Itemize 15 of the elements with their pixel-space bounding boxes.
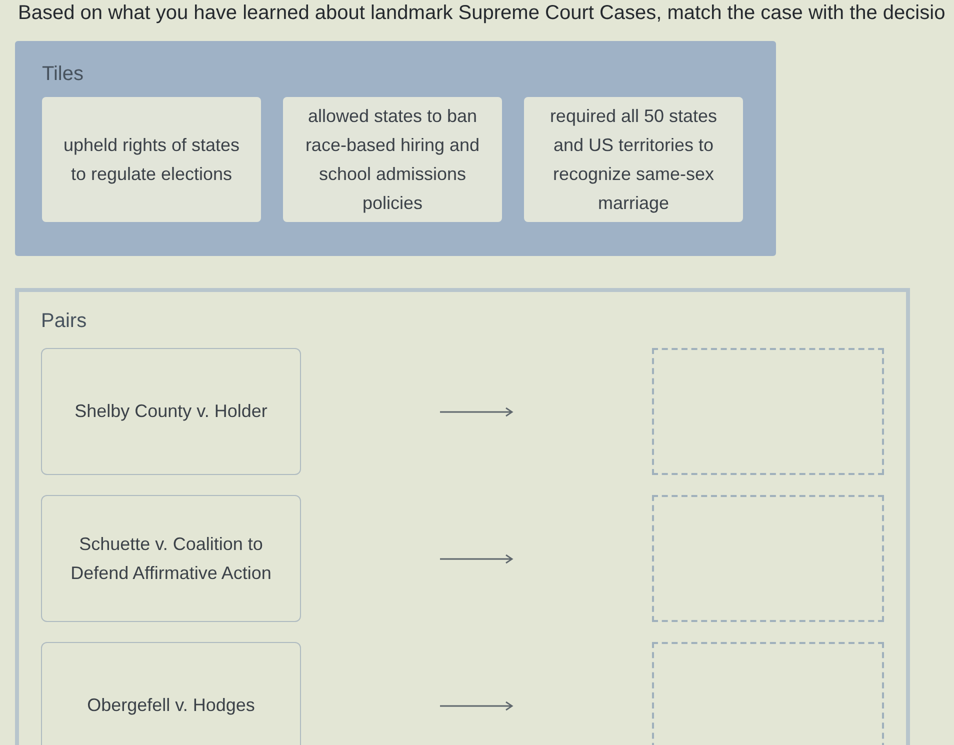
arrow-icon	[440, 554, 514, 564]
drop-zone[interactable]	[652, 642, 884, 745]
panel-title: Pairs	[41, 309, 87, 334]
arrow-icon	[440, 406, 514, 416]
panel-title: Tiles	[42, 62, 84, 87]
drop-zone[interactable]	[652, 348, 884, 475]
drop-zone[interactable]	[652, 495, 884, 622]
answer-tile[interactable]: allowed states to ban race-based hiring and school admissions policies	[283, 97, 502, 222]
answer-tile[interactable]: required all 50 states and US territories to recognize same-sex marriage	[524, 97, 743, 222]
case-card: Shelby County v. Holder	[41, 348, 301, 475]
case-card: Schuette v. Coalition to Defend Affirmative Action	[41, 495, 301, 622]
case-card: Obergefell v. Hodges	[41, 642, 301, 745]
arrow-icon	[440, 700, 514, 710]
instruction-text: Based on what you have learned about landmark Supreme Court Cases, match the case with the decisio	[18, 1, 946, 25]
answer-tile[interactable]: upheld rights of states to regulate elections	[42, 97, 261, 222]
